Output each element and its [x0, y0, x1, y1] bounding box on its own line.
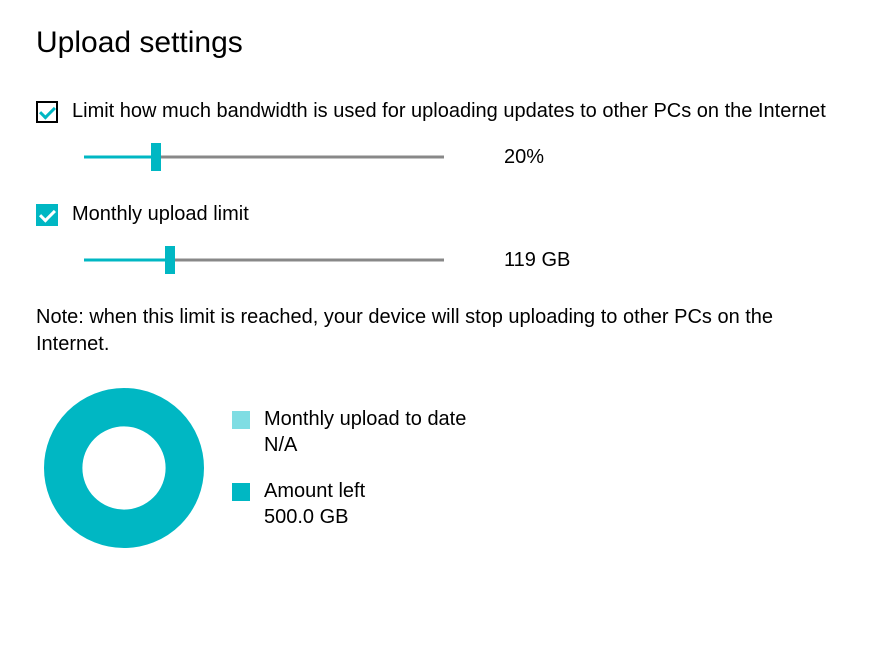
monthly-limit-label: Monthly upload limit [72, 201, 249, 228]
usage-donut-chart [44, 388, 204, 548]
page-title: Upload settings [36, 26, 841, 60]
monthly-limit-checkbox[interactable] [36, 204, 58, 226]
legend-value: 500.0 GB [264, 504, 365, 530]
donut-legend: Monthly upload to date N/A Amount left 5… [232, 406, 466, 530]
donut-ring [63, 407, 185, 529]
limit-bandwidth-slider[interactable] [84, 141, 444, 173]
swatch-icon [232, 411, 250, 429]
swatch-icon [232, 483, 250, 501]
note-text: Note: when this limit is reached, your d… [36, 304, 841, 358]
limit-bandwidth-value: 20% [504, 146, 544, 169]
legend-label: Amount left [264, 480, 365, 502]
slider-fill [84, 156, 156, 159]
legend-value: N/A [264, 432, 466, 458]
legend-item-left: Amount left 500.0 GB [232, 478, 466, 530]
slider-fill [84, 259, 170, 262]
limit-bandwidth-checkbox[interactable] [36, 101, 58, 123]
monthly-limit-slider[interactable] [84, 244, 444, 276]
limit-bandwidth-label: Limit how much bandwidth is used for upl… [72, 98, 826, 125]
monthly-limit-value: 119 GB [504, 249, 570, 272]
legend-item-uploaded: Monthly upload to date N/A [232, 406, 466, 458]
legend-label: Monthly upload to date [264, 408, 466, 430]
slider-thumb-icon[interactable] [165, 246, 175, 274]
slider-thumb-icon[interactable] [151, 143, 161, 171]
